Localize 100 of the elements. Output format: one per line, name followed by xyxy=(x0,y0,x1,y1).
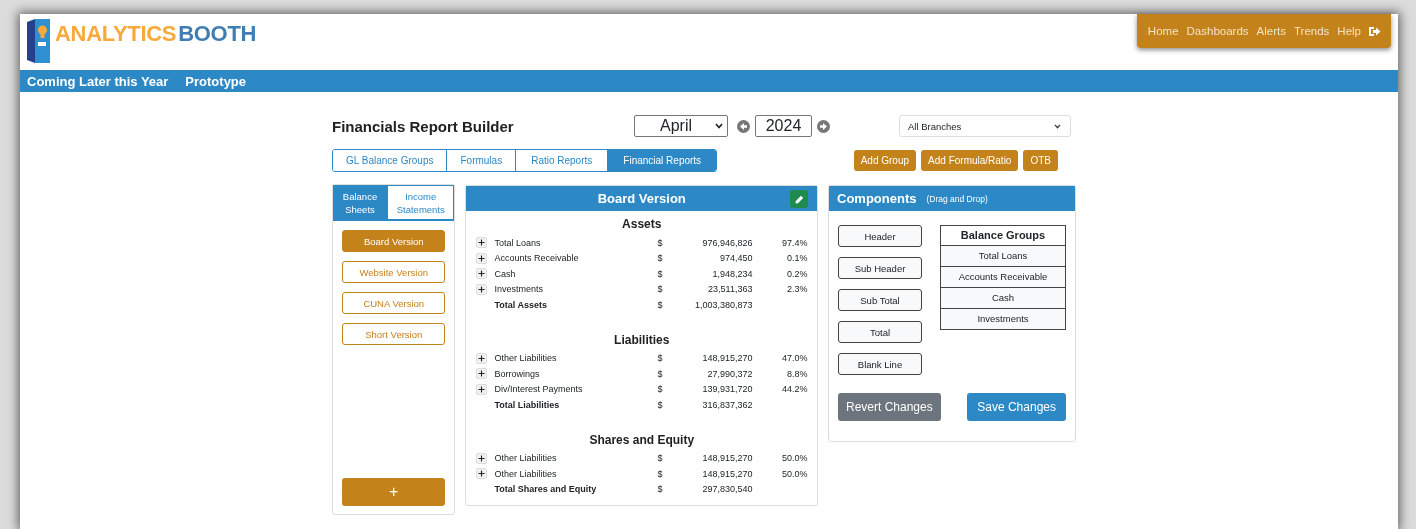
percent: 50.0% xyxy=(781,468,808,479)
percent: 44.2% xyxy=(781,384,808,395)
nav-link[interactable]: Dashboards xyxy=(1186,25,1249,37)
currency-sign: $ xyxy=(657,268,664,279)
percent: 50.0% xyxy=(781,453,808,464)
add-button[interactable]: + xyxy=(342,478,446,506)
edit-button[interactable] xyxy=(790,190,808,208)
currency-sign: $ xyxy=(657,237,664,248)
amount: 1,003,380,873 xyxy=(694,299,753,310)
group-item[interactable]: Cash xyxy=(941,288,1065,309)
percent: 0.2% xyxy=(786,268,808,279)
report-button[interactable]: Board Version xyxy=(342,230,446,252)
action-button[interactable]: Add Group xyxy=(853,150,917,171)
total-label: Total Assets xyxy=(494,299,548,310)
percent: 2.3% xyxy=(786,284,808,295)
month-select[interactable]: April xyxy=(634,115,728,137)
amount: 148,915,270 xyxy=(702,453,753,464)
amount: 139,931,720 xyxy=(702,384,753,395)
chevron-down-icon xyxy=(715,123,723,129)
plus-icon xyxy=(478,385,486,393)
panel-hint: (Drag and Drop) xyxy=(926,193,988,204)
action-button[interactable]: Add Formula/Ratio xyxy=(921,150,1019,171)
plus-icon xyxy=(478,470,486,478)
currency-sign: $ xyxy=(657,253,664,264)
menu-link[interactable]: Prototype xyxy=(185,73,247,89)
menu-link[interactable]: Coming Later this Year xyxy=(27,73,169,89)
pencil-icon xyxy=(794,194,804,204)
component-item[interactable]: Total xyxy=(838,321,922,343)
section-heading: Liabilities xyxy=(613,332,671,347)
expand-button[interactable] xyxy=(476,383,488,395)
year-field[interactable]: 2024 xyxy=(755,115,812,137)
report-button[interactable]: CUNA Version xyxy=(342,292,446,314)
component-item[interactable]: Sub Total xyxy=(838,289,922,311)
expand-button[interactable] xyxy=(476,283,488,295)
nav-link[interactable]: Trends xyxy=(1293,25,1330,37)
row-label: Other Liabilities xyxy=(494,468,558,479)
brand-name: ANALYTICS xyxy=(55,21,177,46)
nav-link[interactable]: Help xyxy=(1337,25,1361,37)
row-label: Total Loans xyxy=(494,237,542,248)
tab[interactable]: GL Balance Groups xyxy=(333,150,448,171)
next-arrow-icon[interactable] xyxy=(817,119,830,133)
currency-sign: $ xyxy=(657,284,664,295)
amount: 297,830,540 xyxy=(702,484,753,495)
revert-button[interactable]: Revert Changes xyxy=(838,393,941,421)
report-button[interactable]: Website Version xyxy=(342,261,446,283)
amount: 148,915,270 xyxy=(702,468,753,479)
component-item[interactable]: Blank Line xyxy=(838,353,922,375)
component-item[interactable]: Sub Header xyxy=(838,257,922,279)
row-label: Div/Interest Payments xyxy=(494,384,584,395)
row-label: Investments xyxy=(494,284,544,295)
row-label: Other Liabilities xyxy=(494,353,558,364)
amount: 974,450 xyxy=(719,253,753,264)
amount: 316,837,362 xyxy=(702,399,753,410)
currency-sign: $ xyxy=(657,399,664,410)
row-label: Accounts Receivable xyxy=(494,253,580,264)
panel-title: Board Version xyxy=(597,191,686,206)
row-label: Other Liabilities xyxy=(494,453,558,464)
total-label: Total Liabilities xyxy=(494,399,561,410)
expand-button[interactable] xyxy=(476,468,488,480)
plus-icon xyxy=(478,270,486,278)
expand-button[interactable] xyxy=(476,368,488,380)
amount: 148,915,270 xyxy=(702,353,753,364)
group-item[interactable]: Total Loans xyxy=(941,246,1065,267)
save-button[interactable]: Save Changes xyxy=(967,393,1066,421)
expand-button[interactable] xyxy=(476,237,488,249)
logo-icon xyxy=(26,18,51,64)
plus-icon xyxy=(478,254,486,262)
row-label: Borrowings xyxy=(494,368,541,379)
nav-link[interactable]: Home xyxy=(1147,25,1179,37)
amount: 27,990,372 xyxy=(707,368,753,379)
expand-button[interactable] xyxy=(476,452,488,464)
row-label: Cash xyxy=(494,268,517,279)
component-item[interactable]: Header xyxy=(838,225,922,247)
plus-icon xyxy=(478,454,486,462)
expand-button[interactable] xyxy=(476,252,488,264)
percent: 97.4% xyxy=(781,237,808,248)
group-item[interactable]: Investments xyxy=(941,309,1065,329)
section-heading: Assets xyxy=(621,217,663,231)
currency-sign: $ xyxy=(657,368,664,379)
nav-link[interactable]: Alerts xyxy=(1256,25,1286,37)
plus-icon xyxy=(478,354,486,362)
plus-icon xyxy=(478,239,486,247)
percent: 47.0% xyxy=(781,353,808,364)
report-button[interactable]: Short Version xyxy=(342,323,446,345)
previous-arrow-icon[interactable] xyxy=(737,119,750,133)
action-button[interactable]: OTB xyxy=(1023,150,1058,171)
panel-title: Components xyxy=(837,191,917,206)
currency-sign: $ xyxy=(657,299,664,310)
percent: 0.1% xyxy=(786,253,808,264)
amount: 1,948,234 xyxy=(712,268,753,279)
tab[interactable]: Income Statements xyxy=(387,185,455,221)
plus-icon xyxy=(478,370,486,378)
logout-icon[interactable] xyxy=(1369,25,1381,37)
expand-button[interactable] xyxy=(476,352,488,364)
branch-select[interactable]: All Branches xyxy=(899,115,1071,137)
expand-button[interactable] xyxy=(476,268,488,280)
page-title: Financials Report Builder xyxy=(332,117,515,135)
currency-sign: $ xyxy=(657,384,664,395)
group-item[interactable]: Accounts Receivable xyxy=(941,267,1065,288)
tab[interactable]: Financial Reports xyxy=(608,150,717,171)
